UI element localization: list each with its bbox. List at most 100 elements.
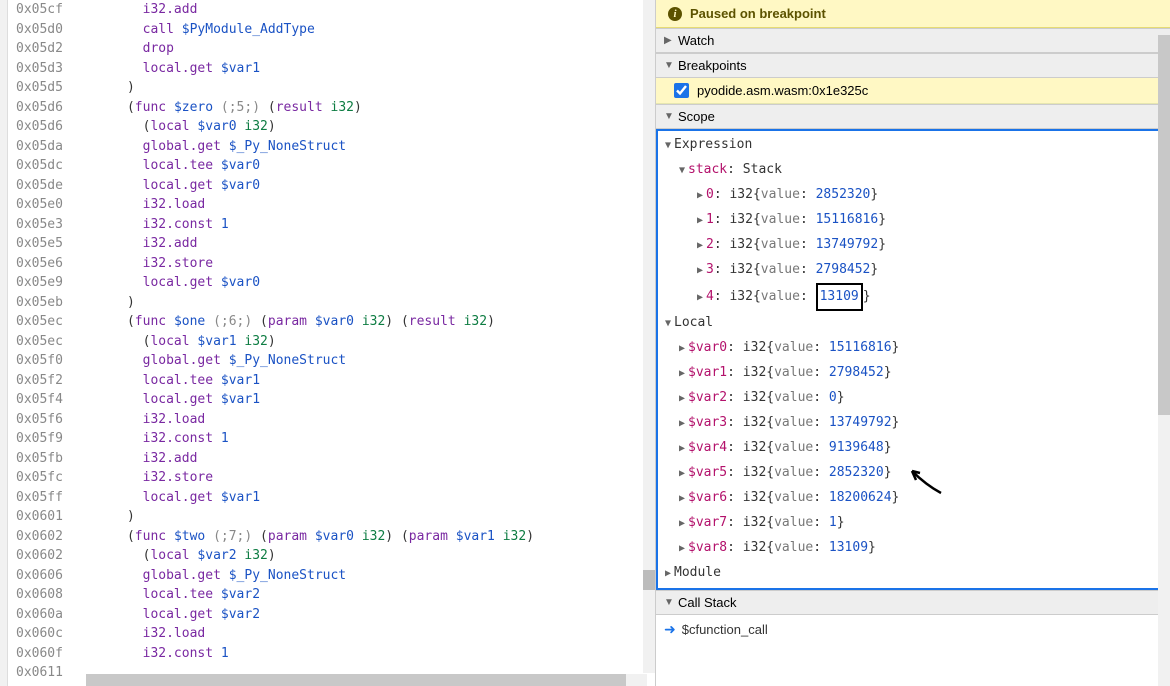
- code-line[interactable]: 0x05fb i32.add: [16, 449, 649, 469]
- address: 0x0608: [16, 585, 80, 605]
- address: 0x0606: [16, 566, 80, 586]
- code-line[interactable]: 0x05e3 i32.const 1: [16, 215, 649, 235]
- code-line[interactable]: 0x05e9 local.get $var0: [16, 273, 649, 293]
- pause-text: Paused on breakpoint: [690, 6, 826, 21]
- stack-node[interactable]: ▼stack: Stack: [658, 158, 1168, 183]
- breakpoints-header[interactable]: ▼ Breakpoints: [656, 53, 1170, 78]
- code-line[interactable]: 0x05ff local.get $var1: [16, 488, 649, 508]
- code-line[interactable]: 0x05d3 local.get $var1: [16, 59, 649, 79]
- code-line[interactable]: 0x05e0 i32.load: [16, 195, 649, 215]
- watch-header[interactable]: ▶ Watch: [656, 28, 1170, 53]
- code-line[interactable]: 0x05ec (local $var1 i32): [16, 332, 649, 352]
- address: 0x060f: [16, 644, 80, 664]
- code-vscroll-thumb[interactable]: [643, 570, 655, 590]
- code-line[interactable]: 0x05d0 call $PyModule_AddType: [16, 20, 649, 40]
- address: 0x05e3: [16, 215, 80, 235]
- code-hscroll[interactable]: [86, 674, 647, 686]
- code-panel: 0x05cf i32.add0x05d0 call $PyModule_AddT…: [0, 0, 656, 686]
- code-line[interactable]: 0x05f4 local.get $var1: [16, 390, 649, 410]
- code-line[interactable]: 0x05e5 i32.add: [16, 234, 649, 254]
- code-line[interactable]: 0x05d2 drop: [16, 39, 649, 59]
- stack-entry[interactable]: ▶2: i32 {value: 13749792}: [658, 233, 1168, 258]
- code-line[interactable]: 0x05d5 ): [16, 78, 649, 98]
- local-entry[interactable]: ▶$var1: i32 {value: 2798452}: [658, 361, 1168, 386]
- code-line[interactable]: 0x05e6 i32.store: [16, 254, 649, 274]
- code-hscroll-thumb[interactable]: [86, 674, 626, 686]
- code-line[interactable]: 0x0606 global.get $_Py_NoneStruct: [16, 566, 649, 586]
- code-content[interactable]: 0x05cf i32.add0x05d0 call $PyModule_AddT…: [10, 0, 655, 683]
- chevron-right-icon: ▶: [676, 412, 688, 436]
- stack-entry[interactable]: ▶1: i32 {value: 15116816}: [658, 208, 1168, 233]
- code-line[interactable]: 0x05f9 i32.const 1: [16, 429, 649, 449]
- breakpoint-label: pyodide.asm.wasm:0x1e325c: [697, 83, 868, 98]
- address: 0x05cf: [16, 0, 80, 20]
- code-line[interactable]: 0x05f2 local.tee $var1: [16, 371, 649, 391]
- code-line[interactable]: 0x05d6 (local $var0 i32): [16, 117, 649, 137]
- address: 0x05ec: [16, 312, 80, 332]
- breakpoint-row[interactable]: pyodide.asm.wasm:0x1e325c: [656, 78, 1170, 104]
- code-line[interactable]: 0x05cf i32.add: [16, 0, 649, 20]
- side-vscroll[interactable]: [1158, 35, 1170, 686]
- chevron-right-icon: ▶: [664, 35, 674, 46]
- chevron-right-icon: ▶: [662, 562, 674, 586]
- address: 0x05e0: [16, 195, 80, 215]
- scope-header[interactable]: ▼ Scope: [656, 104, 1170, 129]
- breakpoints-body: pyodide.asm.wasm:0x1e325c: [656, 78, 1170, 104]
- chevron-right-icon: ▶: [676, 462, 688, 486]
- address: 0x060a: [16, 605, 80, 625]
- address: 0x060c: [16, 624, 80, 644]
- stack-entry[interactable]: ▶4: i32 {value: 13109}: [658, 283, 1168, 311]
- side-vscroll-thumb[interactable]: [1158, 35, 1170, 415]
- local-entry[interactable]: ▶$var3: i32 {value: 13749792}: [658, 411, 1168, 436]
- address: 0x05d2: [16, 39, 80, 59]
- code-line[interactable]: 0x0602 (func $two (;7;) (param $var0 i32…: [16, 527, 649, 547]
- address: 0x05d3: [16, 59, 80, 79]
- code-line[interactable]: 0x060f i32.const 1: [16, 644, 649, 664]
- code-line[interactable]: 0x05eb ): [16, 293, 649, 313]
- chevron-right-icon: ▶: [676, 362, 688, 386]
- local-node[interactable]: ▼Local: [658, 311, 1168, 336]
- chevron-right-icon: ▶: [676, 537, 688, 561]
- code-line[interactable]: 0x05ec (func $one (;6;) (param $var0 i32…: [16, 312, 649, 332]
- stack-entry[interactable]: ▶0: i32 {value: 2852320}: [658, 183, 1168, 208]
- code-line[interactable]: 0x05f0 global.get $_Py_NoneStruct: [16, 351, 649, 371]
- watch-label: Watch: [678, 33, 714, 48]
- address: 0x05f6: [16, 410, 80, 430]
- code-line[interactable]: 0x05de local.get $var0: [16, 176, 649, 196]
- chevron-right-icon: ▶: [676, 437, 688, 461]
- breakpoint-checkbox[interactable]: [674, 83, 689, 98]
- callstack-frame[interactable]: ➜ $cfunction_call: [656, 615, 1170, 644]
- code-line[interactable]: 0x0602 (local $var2 i32): [16, 546, 649, 566]
- current-frame-icon: ➜: [664, 621, 676, 638]
- chevron-down-icon: ▼: [676, 159, 688, 183]
- address: 0x05de: [16, 176, 80, 196]
- code-vscroll[interactable]: [643, 0, 655, 673]
- code-line[interactable]: 0x060c i32.load: [16, 624, 649, 644]
- module-node[interactable]: ▶Module: [658, 561, 1168, 586]
- local-entry[interactable]: ▶$var4: i32 {value: 9139648}: [658, 436, 1168, 461]
- code-line[interactable]: 0x05da global.get $_Py_NoneStruct: [16, 137, 649, 157]
- chevron-down-icon: ▼: [664, 111, 674, 122]
- callstack-header[interactable]: ▼ Call Stack: [656, 590, 1170, 615]
- address: 0x05d6: [16, 117, 80, 137]
- local-entry[interactable]: ▶$var6: i32 {value: 18200624}: [658, 486, 1168, 511]
- local-entry[interactable]: ▶$var5: i32 {value: 2852320}: [658, 461, 1168, 486]
- code-line[interactable]: 0x05fc i32.store: [16, 468, 649, 488]
- chevron-down-icon: ▼: [664, 597, 674, 608]
- local-entry[interactable]: ▶$var7: i32 {value: 1}: [658, 511, 1168, 536]
- address: 0x05eb: [16, 293, 80, 313]
- code-line[interactable]: 0x0608 local.tee $var2: [16, 585, 649, 605]
- local-entry[interactable]: ▶$var8: i32 {value: 13109}: [658, 536, 1168, 561]
- code-line[interactable]: 0x05f6 i32.load: [16, 410, 649, 430]
- code-line[interactable]: 0x060a local.get $var2: [16, 605, 649, 625]
- code-line[interactable]: 0x05dc local.tee $var0: [16, 156, 649, 176]
- address: 0x05e9: [16, 273, 80, 293]
- gutter: [0, 0, 8, 686]
- stack-entry[interactable]: ▶3: i32 {value: 2798452}: [658, 258, 1168, 283]
- code-line[interactable]: 0x0601 ): [16, 507, 649, 527]
- address: 0x05fb: [16, 449, 80, 469]
- local-entry[interactable]: ▶$var2: i32 {value: 0}: [658, 386, 1168, 411]
- local-entry[interactable]: ▶$var0: i32 {value: 15116816}: [658, 336, 1168, 361]
- expression-node[interactable]: ▼Expression: [658, 133, 1168, 158]
- code-line[interactable]: 0x05d6 (func $zero (;5;) (result i32): [16, 98, 649, 118]
